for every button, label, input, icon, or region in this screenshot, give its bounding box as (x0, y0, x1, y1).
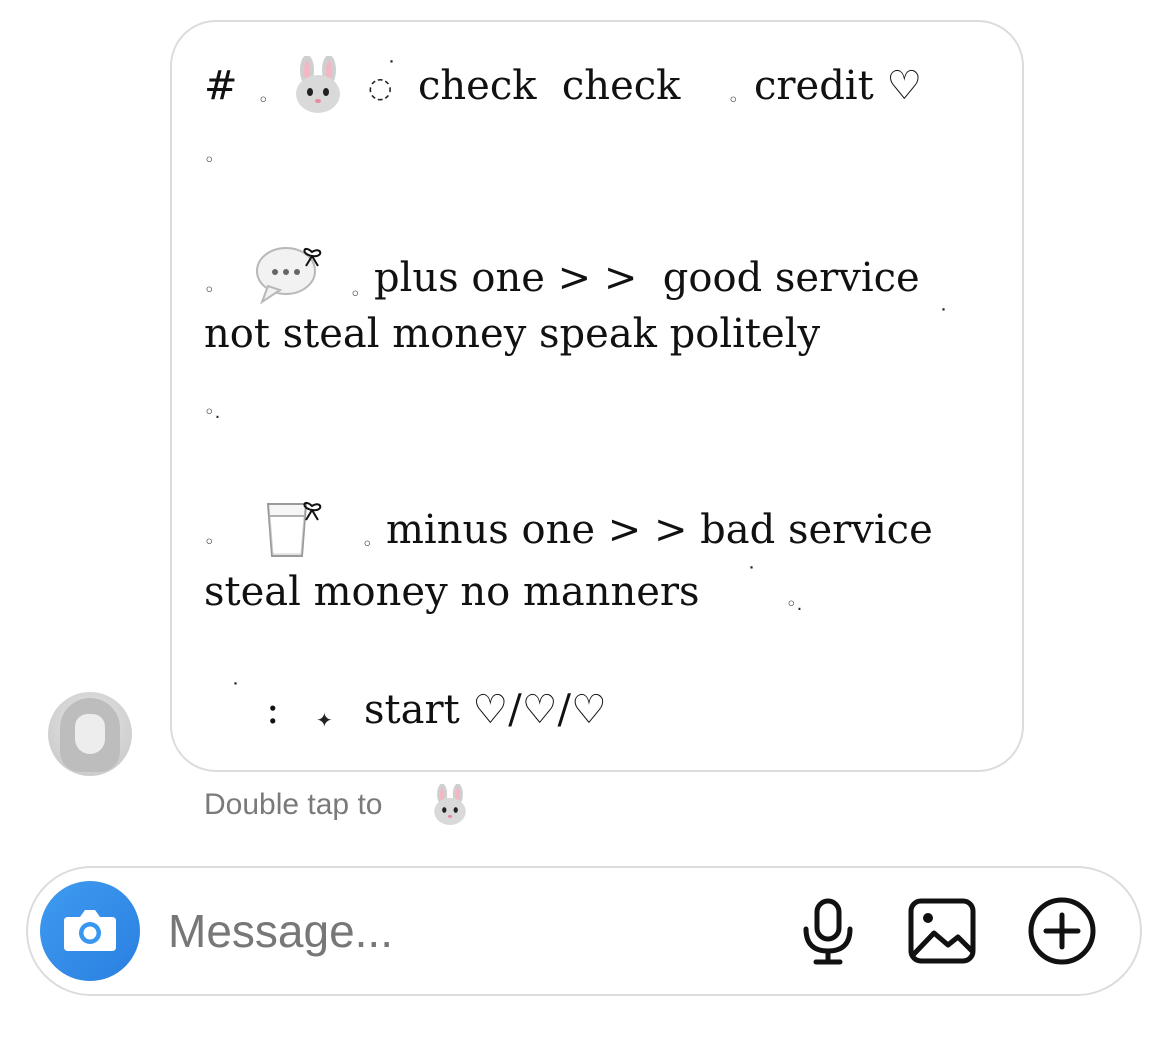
message-plus-one: plus one > > good service (374, 255, 920, 301)
tick-mark: ˙ (230, 680, 241, 705)
small-circle-mark: ◦ (362, 534, 373, 555)
sparkle-mark: ✦ (316, 708, 333, 732)
small-circle-mark: ◦ (204, 532, 215, 553)
tick-mark: ˙ (938, 306, 949, 331)
message-hash: # (204, 63, 238, 109)
message-minus-one: minus one > > bad service (386, 507, 933, 553)
bunny-emoji[interactable] (430, 784, 470, 826)
small-circle-mark: ◦ (350, 284, 361, 305)
microphone-icon[interactable] (792, 895, 864, 967)
sender-avatar[interactable] (48, 692, 132, 776)
gallery-icon[interactable] (906, 895, 978, 967)
message-check-check: check check (418, 63, 681, 109)
message-not-steal: not steal money speak politely (204, 311, 821, 357)
double-tap-label: Double tap to (204, 788, 383, 821)
bunny-emoji (296, 56, 340, 113)
colon-mark: : (266, 687, 280, 733)
speech-bubble-emoji (256, 247, 322, 305)
message-input[interactable] (168, 898, 768, 964)
small-circle-mark: ◦ (728, 90, 739, 111)
avatar-face-shape (75, 714, 105, 754)
message-start: start ♡/♡/♡ (364, 687, 607, 733)
small-circle-mark: ◦ (258, 90, 269, 111)
dot-circle-mark: ◦. (786, 594, 803, 615)
message-credit: credit ♡ (754, 63, 923, 109)
message-steal-money: steal money no manners (204, 569, 700, 615)
message-bubble[interactable] (170, 20, 1024, 772)
camera-button[interactable] (40, 881, 140, 981)
small-circle-mark: ◦ (204, 150, 215, 171)
plus-circle-icon[interactable] (1026, 895, 1098, 967)
double-tap-hint: Double tap to (204, 788, 382, 822)
camera-icon (64, 910, 116, 951)
milk-glass-emoji (266, 501, 322, 557)
tick-mark: ˙ (386, 58, 397, 83)
dot-circle-mark: ◦. (204, 402, 221, 423)
tick-mark: ˙ (746, 564, 757, 589)
small-circle-mark: ◦ (204, 280, 215, 301)
